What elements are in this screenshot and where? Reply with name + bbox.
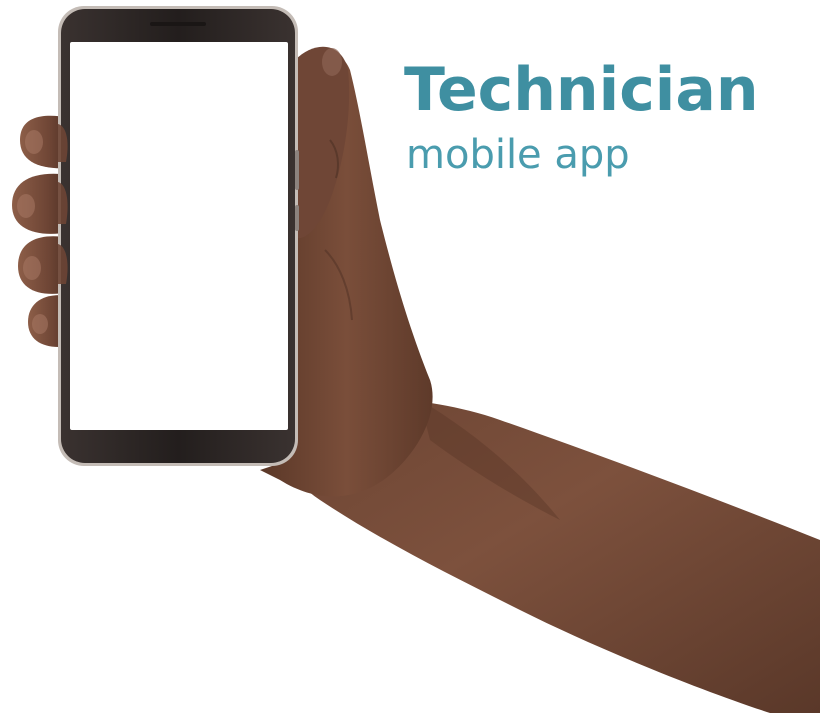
nail <box>25 130 43 154</box>
phone-side-button <box>295 205 299 231</box>
headline-title: Technician <box>404 55 759 125</box>
headline: Technician mobile app <box>404 52 804 180</box>
phone-side-button <box>295 150 299 190</box>
promo-scene: Technician mobile app <box>0 0 820 713</box>
phone-speaker <box>150 22 206 26</box>
nail <box>32 314 48 334</box>
thumbnail <box>322 48 342 76</box>
nail <box>23 256 41 280</box>
phone-screen <box>70 42 288 430</box>
headline-subtitle: mobile app <box>406 132 630 178</box>
nail <box>17 194 35 218</box>
